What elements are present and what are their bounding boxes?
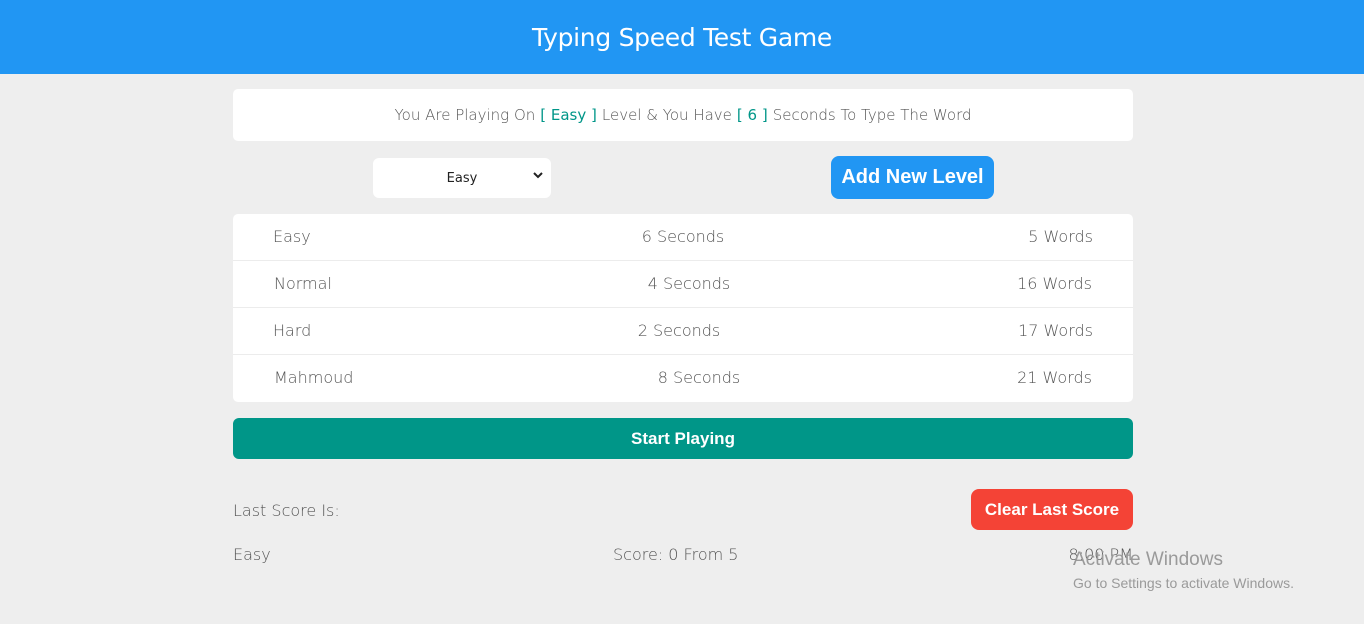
level-select-value: Easy — [446, 170, 478, 186]
level-name: Easy — [273, 227, 311, 246]
level-row-mahmoud: Mahmoud 8 Seconds 21 Words — [233, 355, 1133, 402]
add-new-level-button[interactable]: Add New Level — [831, 156, 994, 199]
level-seconds: 8 Seconds — [657, 368, 741, 387]
main-container: You Are Playing On [ Easy ] Level & You … — [233, 89, 1133, 569]
message-middle: Level & You Have — [601, 106, 732, 124]
level-row-hard: Hard 2 Seconds 17 Words — [233, 308, 1133, 355]
message-seconds: [ 6 ] — [736, 106, 768, 124]
level-row-easy: Easy 6 Seconds 5 Words — [233, 214, 1133, 261]
activate-windows-watermark: Activate Windows Go to Settings to activ… — [1073, 548, 1294, 594]
last-score-label: Last Score Is: — [233, 501, 340, 520]
score-result: Score: 0 From 5 — [613, 545, 739, 564]
level-select[interactable]: Easy — [373, 158, 551, 198]
level-seconds: 2 Seconds — [637, 321, 721, 340]
watermark-title: Activate Windows — [1073, 549, 1223, 570]
page-title: Typing Speed Test Game — [532, 22, 832, 52]
level-row-normal: Normal 4 Seconds 16 Words — [233, 261, 1133, 308]
level-seconds: 6 Seconds — [641, 227, 725, 246]
clear-last-score-button[interactable]: Clear Last Score — [971, 489, 1133, 530]
message-suffix: Seconds To Type The Word — [772, 106, 972, 124]
level-words: 17 Words — [1018, 321, 1093, 340]
controls-row: Easy — [233, 141, 1133, 214]
levels-table: Easy 6 Seconds 5 Words Normal 4 Seconds … — [233, 214, 1133, 402]
score-level: Easy — [233, 545, 271, 564]
app-header: Typing Speed Test Game — [0, 0, 1364, 74]
level-name: Mahmoud — [274, 368, 354, 387]
level-words: 16 Words — [1017, 274, 1092, 293]
last-score-row: Easy Score: 0 From 5 8:00 PM — [233, 529, 1133, 569]
level-name: Hard — [273, 321, 312, 340]
message-level: [ Easy ] — [540, 106, 597, 124]
watermark-subtitle: Go to Settings to activate Windows. — [1073, 575, 1294, 591]
start-playing-button[interactable]: Start Playing — [233, 418, 1133, 459]
level-words: 21 Words — [1017, 368, 1092, 387]
level-seconds: 4 Seconds — [647, 274, 731, 293]
chevron-down-icon — [533, 172, 543, 179]
level-name: Normal — [274, 274, 332, 293]
message-prefix: You Are Playing On — [394, 106, 536, 124]
level-message: You Are Playing On [ Easy ] Level & You … — [233, 89, 1133, 141]
last-score-header: Last Score Is: Clear Last Score — [233, 459, 1133, 530]
level-words: 5 Words — [1028, 227, 1093, 246]
